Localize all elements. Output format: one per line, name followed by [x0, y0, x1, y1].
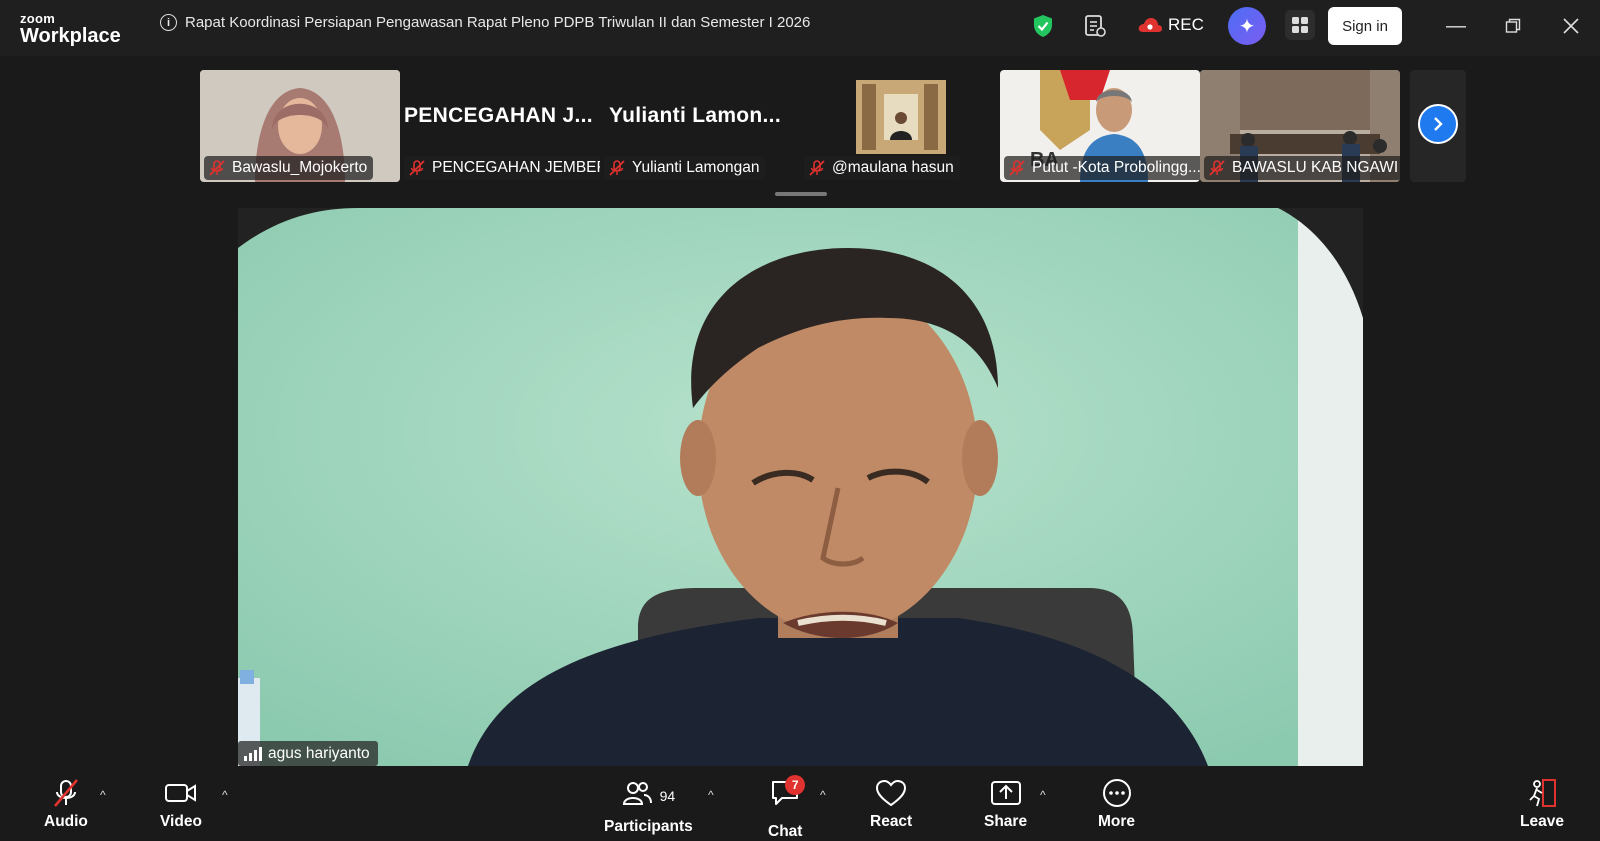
participant-tile[interactable]: @maulana hasun	[800, 70, 1000, 182]
chat-button[interactable]: 7 Chat	[768, 775, 806, 841]
apps-grid-icon	[1292, 17, 1308, 33]
react-button[interactable]: React	[870, 778, 912, 831]
mic-muted-icon	[1008, 159, 1026, 177]
signal-strength-icon	[244, 746, 262, 761]
chevron-right-icon	[1434, 117, 1443, 131]
participant-display-name: Yulianti Lamon...	[609, 104, 781, 127]
video-button[interactable]: Video	[160, 778, 202, 831]
active-speaker-name-tag: agus hariyanto	[238, 741, 378, 766]
recording-indicator[interactable]: REC	[1137, 15, 1204, 35]
mic-muted-icon	[608, 159, 626, 177]
participant-name-tag: Putut -Kota Probolingg...	[1004, 156, 1200, 180]
sign-in-button[interactable]: Sign in	[1328, 7, 1402, 45]
sparkle-icon: ✦	[1238, 15, 1256, 38]
info-icon[interactable]: i	[160, 14, 177, 31]
mic-muted-icon	[808, 159, 826, 177]
audio-label: Audio	[44, 813, 88, 830]
participants-options-caret-icon[interactable]: ^	[708, 788, 714, 802]
gallery-strip: Bawaslu_Mojokerto PENCEGAHAN J... PENCEG…	[0, 56, 1600, 204]
video-label: Video	[160, 813, 202, 830]
participants-icon	[622, 782, 652, 805]
notes-icon[interactable]	[1084, 14, 1106, 38]
video-options-caret-icon[interactable]: ^	[222, 788, 228, 802]
gallery-next-button[interactable]	[1418, 104, 1458, 144]
participant-name: Yulianti Lamongan	[632, 159, 760, 176]
title-bar: zoom Workplace i Rapat Koordinasi Persia…	[0, 0, 1600, 56]
active-speaker-name: agus hariyanto	[268, 744, 370, 762]
cloud-record-icon	[1138, 18, 1162, 32]
participant-tile[interactable]: BAWASLU KAB NGAWI	[1200, 70, 1400, 182]
video-camera-icon	[164, 784, 196, 802]
meeting-title[interactable]: i Rapat Koordinasi Persiapan Pengawasan …	[160, 14, 810, 31]
logo-workplace-text: Workplace	[20, 25, 121, 47]
active-speaker-video[interactable]	[238, 208, 1363, 766]
gallery-scroll-indicator[interactable]	[775, 192, 827, 196]
participant-name-tag: PENCEGAHAN JEMBER	[404, 156, 600, 180]
participant-name: Putut -Kota Probolingg...	[1032, 159, 1200, 176]
meeting-toolbar: Audio ^ Video ^ 94 Participants ^ 7 Chat…	[0, 768, 1600, 840]
mic-muted-icon	[408, 159, 426, 177]
more-label: More	[1098, 813, 1136, 830]
close-icon[interactable]	[1561, 16, 1581, 36]
participant-display-name: PENCEGAHAN J...	[404, 104, 593, 127]
chat-unread-badge: 7	[785, 775, 806, 795]
participant-name: @maulana hasun	[832, 159, 954, 176]
participant-name-tag: BAWASLU KAB NGAWI	[1204, 156, 1400, 180]
speaker-video-frame	[238, 208, 1363, 766]
more-dots-icon	[1102, 779, 1131, 807]
participant-name-tag: @maulana hasun	[804, 156, 960, 180]
participant-tile[interactable]: Yulianti Lamon... Yulianti Lamongan	[600, 70, 800, 182]
shield-icon[interactable]	[1033, 14, 1053, 38]
meeting-title-text: Rapat Koordinasi Persiapan Pengawasan Ra…	[185, 14, 811, 31]
mic-muted-icon	[53, 779, 78, 807]
minimize-icon[interactable]: —	[1446, 15, 1466, 37]
share-button[interactable]: Share	[984, 778, 1027, 831]
ai-companion-button[interactable]: ✦	[1228, 7, 1266, 45]
zoom-logo: zoom Workplace	[20, 12, 121, 46]
participants-count: 94	[659, 787, 676, 804]
mic-muted-icon	[1208, 159, 1226, 177]
participant-name: Bawaslu_Mojokerto	[232, 159, 368, 176]
apps-button[interactable]	[1285, 10, 1315, 40]
participant-tile[interactable]: BA Putut -Kota Probolingg...	[1000, 70, 1200, 182]
more-button[interactable]: More	[1098, 778, 1135, 831]
rec-label: REC	[1168, 15, 1204, 34]
chat-label: Chat	[768, 823, 803, 840]
share-label: Share	[984, 813, 1028, 830]
restore-icon[interactable]	[1503, 16, 1523, 36]
participant-name-tag: Yulianti Lamongan	[604, 156, 766, 180]
participant-tile[interactable]: Bawaslu_Mojokerto	[200, 70, 400, 182]
leave-label: Leave	[1520, 813, 1564, 830]
react-label: React	[870, 813, 913, 830]
heart-icon	[876, 779, 907, 807]
logo-zoom-text: zoom	[20, 11, 56, 26]
leave-door-icon	[1529, 779, 1556, 807]
participants-label: Participants	[604, 818, 693, 835]
chat-options-caret-icon[interactable]: ^	[820, 788, 826, 802]
participant-name: BAWASLU KAB NGAWI	[1232, 159, 1399, 176]
audio-options-caret-icon[interactable]: ^	[100, 788, 106, 802]
audio-button[interactable]: Audio	[44, 778, 88, 831]
leave-button[interactable]: Leave	[1520, 778, 1564, 831]
participant-tile[interactable]: PENCEGAHAN J... PENCEGAHAN JEMBER	[400, 70, 600, 182]
share-options-caret-icon[interactable]: ^	[1040, 788, 1046, 802]
participants-button[interactable]: 94 Participants	[604, 778, 693, 836]
share-screen-icon	[990, 781, 1021, 805]
participant-name-tag: Bawaslu_Mojokerto	[204, 156, 374, 180]
participant-name: PENCEGAHAN JEMBER	[432, 159, 600, 176]
mic-muted-icon	[208, 159, 226, 177]
